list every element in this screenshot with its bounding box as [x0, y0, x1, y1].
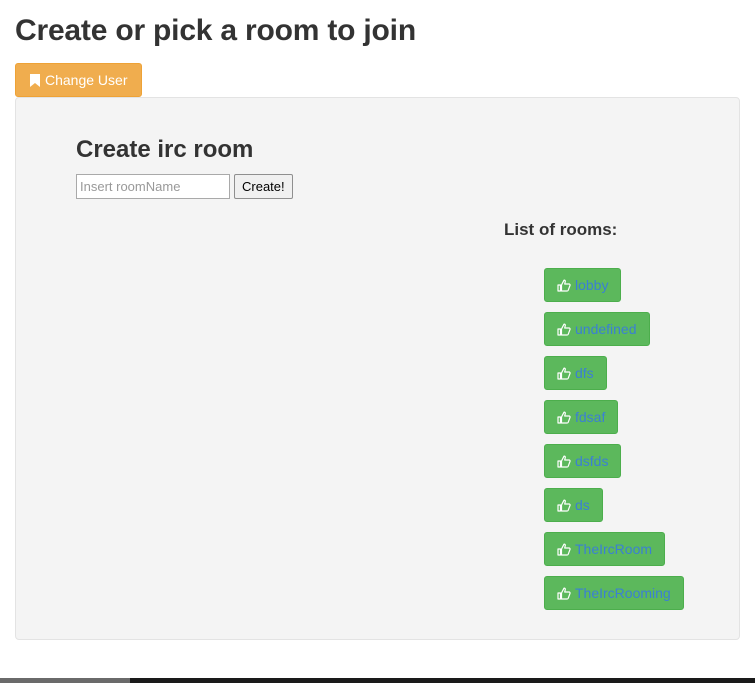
room-label: TheIrcRooming — [575, 585, 671, 601]
thumbs-up-icon — [557, 455, 571, 468]
room-label: undefined — [575, 321, 637, 337]
list-item: lobby — [544, 268, 684, 302]
thumbs-up-icon — [557, 367, 571, 380]
thumbs-up-icon — [557, 587, 571, 600]
room-button[interactable]: TheIrcRoom — [544, 532, 666, 566]
room-label: TheIrcRoom — [575, 541, 653, 557]
change-user-label: Change User — [45, 72, 128, 88]
room-button[interactable]: ds — [544, 488, 603, 522]
page-title: Create or pick a room to join — [15, 14, 416, 47]
list-item: dsfds — [544, 444, 684, 478]
room-button[interactable]: dsfds — [544, 444, 622, 478]
room-label: lobby — [575, 277, 609, 293]
list-item: TheIrcRooming — [544, 576, 684, 610]
window-bottom-edge — [0, 678, 755, 683]
room-button[interactable]: fdsaf — [544, 400, 619, 434]
thumbs-up-icon — [557, 323, 571, 336]
page: Create or pick a room to join Change Use… — [0, 0, 755, 683]
thumbs-up-icon — [557, 499, 571, 512]
room-button[interactable]: TheIrcRooming — [544, 576, 684, 610]
room-list-heading: List of rooms: — [504, 220, 618, 239]
thumbs-up-icon — [557, 279, 571, 292]
room-button[interactable]: undefined — [544, 312, 650, 346]
window-bottom-edge-segment — [0, 678, 130, 683]
room-label: dfs — [575, 365, 594, 381]
list-item: dfs — [544, 356, 684, 390]
create-room-heading: Create irc room — [76, 136, 254, 163]
bookmark-icon — [30, 73, 40, 87]
thumbs-up-icon — [557, 411, 571, 424]
room-list: lobby undefined dfs fdsaf dsfds ds TheIr… — [544, 268, 684, 620]
room-label: fdsaf — [575, 409, 606, 425]
room-button[interactable]: lobby — [544, 268, 622, 302]
change-user-button[interactable]: Change User — [15, 63, 142, 97]
rooms-panel: Create irc room Create! List of rooms: l… — [15, 97, 740, 640]
list-item: TheIrcRoom — [544, 532, 684, 566]
thumbs-up-icon — [557, 543, 571, 556]
room-label: dsfds — [575, 453, 609, 469]
room-label: ds — [575, 497, 590, 513]
list-item: ds — [544, 488, 684, 522]
list-item: undefined — [544, 312, 684, 346]
list-item: fdsaf — [544, 400, 684, 434]
room-name-input[interactable] — [76, 174, 230, 199]
room-button[interactable]: dfs — [544, 356, 607, 390]
create-room-button[interactable]: Create! — [234, 174, 293, 199]
